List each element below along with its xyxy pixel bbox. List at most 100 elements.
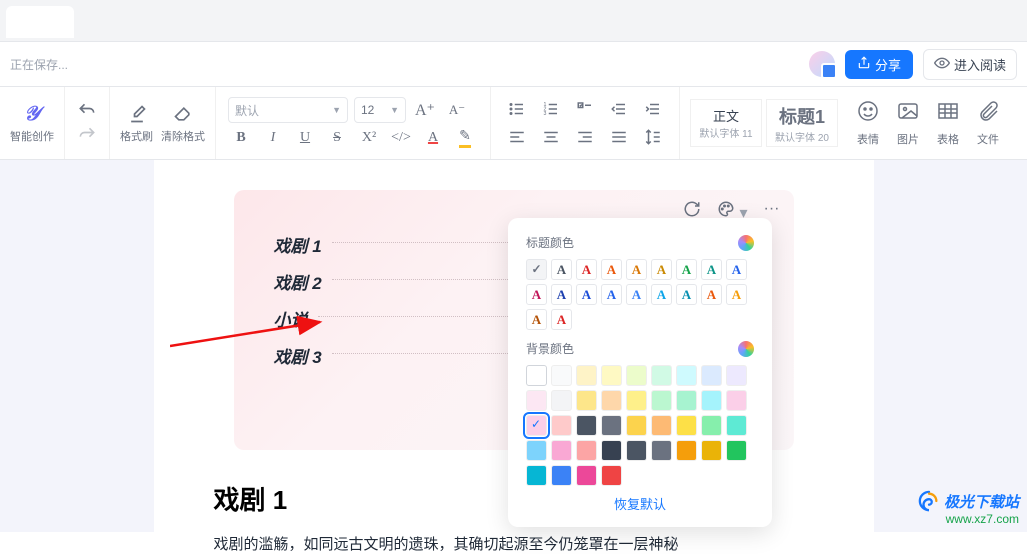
title-color-swatch[interactable]: A — [726, 284, 747, 305]
title-color-swatch[interactable]: A — [651, 259, 672, 280]
align-justify-button[interactable] — [605, 126, 633, 148]
title-color-swatch[interactable]: A — [726, 259, 747, 280]
bg-color-swatch[interactable] — [726, 440, 747, 461]
bg-color-swatch[interactable] — [626, 365, 647, 386]
title-color-swatch[interactable]: A — [676, 259, 697, 280]
title-color-swatch[interactable]: A — [601, 259, 622, 280]
bg-color-swatch[interactable] — [651, 390, 672, 411]
title-color-swatch[interactable]: A — [526, 284, 547, 305]
bg-color-swatch[interactable] — [526, 465, 547, 486]
style-normal[interactable]: 正文 默认字体 11 — [690, 99, 762, 147]
outdent-button[interactable] — [605, 98, 633, 120]
avatar[interactable] — [809, 51, 835, 77]
bold-button[interactable]: B — [228, 127, 254, 149]
undo-icon[interactable] — [75, 99, 99, 123]
bg-color-swatch[interactable] — [676, 390, 697, 411]
restore-default-button[interactable]: 恢复默认 — [526, 494, 754, 513]
bg-color-swatch[interactable] — [601, 365, 622, 386]
title-color-swatch[interactable]: A — [626, 259, 647, 280]
bg-color-swatch[interactable] — [651, 440, 672, 461]
bg-color-swatch[interactable] — [526, 440, 547, 461]
bg-color-swatch[interactable] — [651, 415, 672, 436]
bg-color-swatch[interactable] — [576, 465, 597, 486]
bg-color-swatch[interactable] — [676, 415, 697, 436]
read-mode-button[interactable]: 进入阅读 — [923, 49, 1017, 80]
bg-color-swatch[interactable] — [701, 390, 722, 411]
font-family-select[interactable]: 默认▼ — [228, 97, 348, 123]
bg-color-swatch[interactable] — [576, 440, 597, 461]
title-color-swatch[interactable]: A — [576, 284, 597, 305]
custom-color-icon[interactable] — [738, 341, 754, 357]
title-color-swatch[interactable]: A — [551, 284, 572, 305]
title-color-swatch[interactable]: A — [651, 284, 672, 305]
tab-blank[interactable] — [6, 6, 74, 38]
align-center-button[interactable] — [537, 126, 565, 148]
bg-color-swatch[interactable] — [526, 415, 547, 436]
format-brush-icon[interactable] — [125, 102, 149, 126]
highlight-button[interactable]: ✎ — [452, 127, 478, 149]
bg-color-swatch[interactable] — [701, 440, 722, 461]
file-button[interactable]: 文件 — [968, 87, 1008, 159]
bg-color-swatch[interactable] — [726, 365, 747, 386]
bg-color-swatch[interactable] — [701, 415, 722, 436]
smart-create-icon[interactable]: 𝒴 — [20, 102, 44, 126]
superscript-button[interactable]: X² — [356, 127, 382, 149]
bg-color-swatch[interactable] — [526, 390, 547, 411]
code-button[interactable]: </> — [388, 127, 414, 149]
decrease-font-icon[interactable]: A⁻ — [444, 99, 470, 121]
title-color-swatch[interactable]: A — [701, 259, 722, 280]
line-height-button[interactable] — [639, 126, 667, 148]
bg-color-swatch[interactable] — [551, 365, 572, 386]
bg-color-swatch[interactable] — [551, 465, 572, 486]
title-color-swatch[interactable]: A — [551, 309, 572, 330]
redo-icon[interactable] — [75, 123, 99, 147]
title-color-swatch[interactable]: A — [626, 284, 647, 305]
title-color-swatch[interactable]: A — [551, 259, 572, 280]
title-color-swatch[interactable]: A — [676, 284, 697, 305]
align-right-button[interactable] — [571, 126, 599, 148]
bg-color-swatch[interactable] — [601, 415, 622, 436]
increase-font-icon[interactable]: A⁺ — [412, 99, 438, 121]
bg-color-swatch[interactable] — [626, 415, 647, 436]
bg-color-swatch[interactable] — [726, 390, 747, 411]
clear-format-icon[interactable] — [171, 102, 195, 126]
bg-color-swatch[interactable] — [726, 415, 747, 436]
bg-color-swatch[interactable] — [601, 465, 622, 486]
bg-color-swatch[interactable] — [676, 440, 697, 461]
bg-color-swatch[interactable] — [526, 365, 547, 386]
style-heading1[interactable]: 标题1 默认字体 20 — [766, 99, 838, 147]
title-color-swatch[interactable]: A — [526, 309, 547, 330]
italic-button[interactable]: I — [260, 127, 286, 149]
custom-color-icon[interactable] — [738, 235, 754, 251]
bg-color-swatch[interactable] — [676, 365, 697, 386]
bg-color-swatch[interactable] — [551, 390, 572, 411]
image-button[interactable]: 图片 — [888, 87, 928, 159]
title-color-swatch[interactable]: A — [601, 284, 622, 305]
title-color-swatch[interactable]: A — [576, 259, 597, 280]
bullet-list-button[interactable] — [503, 98, 531, 120]
strikethrough-button[interactable]: S — [324, 127, 350, 149]
emoji-button[interactable]: 表情 — [848, 87, 888, 159]
bg-color-swatch[interactable] — [601, 390, 622, 411]
bg-color-swatch[interactable] — [551, 415, 572, 436]
ordered-list-button[interactable]: 123 — [537, 98, 565, 120]
bg-color-swatch[interactable] — [576, 415, 597, 436]
underline-button[interactable]: U — [292, 127, 318, 149]
bg-color-swatch[interactable] — [601, 440, 622, 461]
bg-color-swatch[interactable] — [551, 440, 572, 461]
checklist-button[interactable] — [571, 98, 599, 120]
share-button[interactable]: 分享 — [845, 50, 913, 79]
bg-color-swatch[interactable] — [576, 365, 597, 386]
bg-color-swatch[interactable] — [651, 365, 672, 386]
bg-color-swatch[interactable] — [576, 390, 597, 411]
title-color-swatch[interactable]: A — [701, 284, 722, 305]
bg-color-swatch[interactable] — [701, 365, 722, 386]
bg-color-swatch[interactable] — [626, 440, 647, 461]
align-left-button[interactable] — [503, 126, 531, 148]
indent-button[interactable] — [639, 98, 667, 120]
table-button[interactable]: 表格 — [928, 87, 968, 159]
title-color-swatch[interactable] — [526, 259, 547, 280]
bg-color-swatch[interactable] — [626, 390, 647, 411]
font-size-select[interactable]: 12▼ — [354, 97, 406, 123]
font-color-button[interactable]: A — [420, 127, 446, 149]
